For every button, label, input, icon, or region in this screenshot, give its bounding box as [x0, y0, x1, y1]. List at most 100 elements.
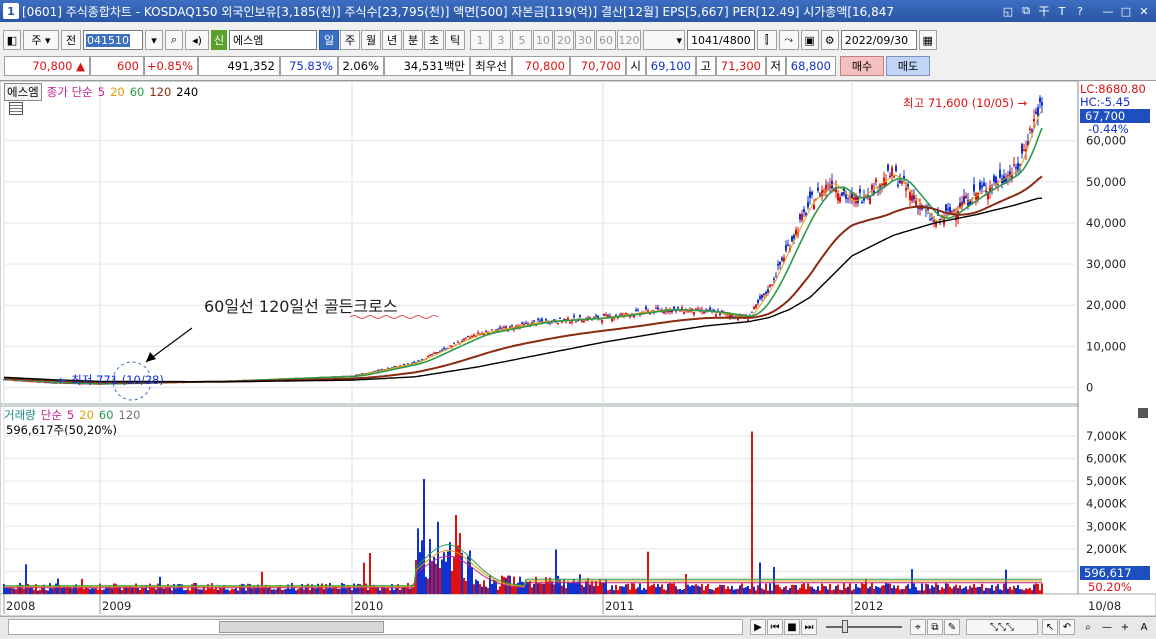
- period-button[interactable]: 초: [424, 30, 444, 50]
- minimize-icon[interactable]: —: [1100, 3, 1116, 19]
- period-button[interactable]: 월: [361, 30, 381, 50]
- candle-body: [719, 313, 721, 316]
- volume-bar: [363, 562, 365, 594]
- pin-icon[interactable]: 干: [1036, 3, 1052, 19]
- draw-tools-icon[interactable]: ⤡⤡⤡: [966, 619, 1038, 635]
- zoom-out-icon[interactable]: —: [1099, 619, 1115, 635]
- volume-legend-label[interactable]: 거래량: [4, 407, 36, 423]
- indicator-icon[interactable]: ⤳: [778, 30, 799, 50]
- layout-icon[interactable]: ◧: [3, 30, 21, 50]
- last-icon[interactable]: ⏭: [801, 619, 817, 635]
- volume-legend-ma120[interactable]: 120: [119, 408, 141, 422]
- draw-icon[interactable]: ✎: [944, 619, 960, 635]
- volume-bar: [55, 583, 57, 594]
- bar-count-input[interactable]: 1041/4800: [687, 30, 755, 50]
- candle-body: [867, 195, 869, 197]
- candle-body: [465, 337, 467, 339]
- volume-bar: [213, 589, 215, 594]
- settings-icon[interactable]: ⚙: [820, 30, 839, 50]
- legend-ma5[interactable]: 5: [98, 85, 105, 99]
- calendar-icon[interactable]: ▦: [918, 30, 937, 50]
- candle-body: [629, 316, 631, 318]
- chart-area[interactable]: 010,00020,00030,00040,00050,00060,0001,0…: [0, 80, 1156, 617]
- volume-legend-kind[interactable]: 단순: [41, 407, 62, 423]
- stock-code-input[interactable]: 041510: [83, 30, 143, 50]
- market-select[interactable]: 주 ▾: [23, 30, 59, 50]
- maximize-icon[interactable]: □: [1118, 3, 1134, 19]
- close-icon[interactable]: ✕: [1136, 3, 1152, 19]
- legend-ma60[interactable]: 60: [130, 85, 145, 99]
- scroll-thumb[interactable]: [219, 621, 384, 633]
- zoom-slider[interactable]: [826, 626, 902, 628]
- date-input[interactable]: 2022/09/30: [840, 30, 917, 50]
- interval-button[interactable]: 20: [554, 30, 574, 50]
- volume-bar: [593, 586, 595, 594]
- crosshair-icon[interactable]: ⌖: [910, 619, 926, 635]
- interval-dropdown[interactable]: ▾: [643, 30, 685, 50]
- volume-bar: [619, 586, 621, 594]
- volume-bar: [663, 589, 665, 594]
- legend-ma240[interactable]: 240: [176, 85, 198, 99]
- interval-button[interactable]: 30: [575, 30, 595, 50]
- volume-bar: [339, 588, 341, 594]
- stop-icon[interactable]: ■: [784, 619, 800, 635]
- volume-bar: [77, 588, 79, 594]
- legend-ma20[interactable]: 20: [110, 85, 125, 99]
- volume-bar: [697, 585, 699, 594]
- interval-button[interactable]: 120: [617, 30, 641, 50]
- code-dropdown-icon[interactable]: ▾: [145, 30, 163, 50]
- volume-bar: [807, 583, 809, 594]
- volume-bar: [855, 583, 857, 594]
- volume-bar: [185, 590, 187, 594]
- save-icon[interactable]: ▣: [800, 30, 819, 50]
- period-button[interactable]: 일: [319, 30, 339, 50]
- zoom-icon[interactable]: ⌕: [1080, 619, 1096, 635]
- copy-icon[interactable]: ⧉: [927, 619, 943, 635]
- text-tool-icon[interactable]: A: [1136, 619, 1152, 635]
- period-button[interactable]: 년: [382, 30, 402, 50]
- volume-bar: [713, 590, 715, 594]
- restore-icon[interactable]: ◱: [1000, 3, 1016, 19]
- buy-button[interactable]: 매수: [840, 56, 884, 76]
- search-icon[interactable]: ⌕: [165, 30, 183, 50]
- legend-ma120[interactable]: 120: [149, 85, 171, 99]
- cursor-icon[interactable]: ↖: [1042, 619, 1058, 635]
- legend-ma-label[interactable]: 종가 단순: [47, 84, 93, 100]
- volume-legend-ma20[interactable]: 20: [79, 408, 94, 422]
- interval-button[interactable]: 60: [596, 30, 616, 50]
- volume-bar: [721, 585, 723, 594]
- stock-name-field[interactable]: 에스엠: [229, 30, 317, 50]
- zoom-slider-thumb[interactable]: [842, 620, 848, 633]
- period-button[interactable]: 주: [340, 30, 360, 50]
- font-icon[interactable]: T: [1054, 3, 1070, 19]
- back-icon[interactable]: ↶: [1059, 619, 1075, 635]
- interval-button[interactable]: 5: [512, 30, 532, 50]
- screen-number-badge[interactable]: 1: [3, 3, 19, 19]
- horizontal-scrollbar[interactable]: [8, 619, 743, 635]
- period-button[interactable]: 분: [403, 30, 423, 50]
- period-button[interactable]: 틱: [445, 30, 465, 50]
- volume-bar: [313, 587, 315, 594]
- stock-tag[interactable]: 에스엠: [4, 83, 42, 101]
- interval-button[interactable]: 10: [533, 30, 553, 50]
- mode-button[interactable]: 전: [61, 30, 81, 50]
- zoom-in-icon[interactable]: +: [1117, 619, 1133, 635]
- interval-button[interactable]: 3: [491, 30, 511, 50]
- first-icon[interactable]: ⏮: [767, 619, 783, 635]
- window-controls: ◱ ⧉ 干 T? — □ ✕: [1000, 0, 1156, 22]
- interval-button[interactable]: 1: [470, 30, 490, 50]
- grid-toggle-icon[interactable]: [9, 102, 23, 115]
- help-icon[interactable]: ?: [1072, 3, 1088, 19]
- volume-legend-ma5[interactable]: 5: [67, 408, 74, 422]
- volume-bar: [499, 586, 501, 594]
- volume-bar: [479, 584, 481, 594]
- tile-icon[interactable]: ⧉: [1018, 3, 1034, 19]
- volume-bar: [639, 583, 641, 594]
- chart-canvas[interactable]: 010,00020,00030,00040,00050,00060,0001,0…: [0, 80, 1156, 617]
- volume-legend-ma60[interactable]: 60: [99, 408, 114, 422]
- play-icon[interactable]: ▶: [750, 619, 766, 635]
- bar-icon[interactable]: ⫿: [756, 30, 777, 50]
- sell-button[interactable]: 매도: [886, 56, 930, 76]
- speaker-icon[interactable]: ◂): [185, 30, 209, 50]
- volume-bar: [837, 584, 839, 594]
